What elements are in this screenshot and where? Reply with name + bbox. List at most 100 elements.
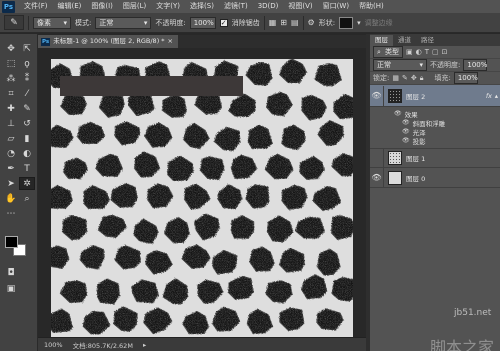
- eye-icon-hidden[interactable]: [370, 148, 384, 168]
- magic-wand-tool-icon[interactable]: ⁑: [19, 72, 35, 85]
- grid-icon[interactable]: ▦: [269, 18, 277, 27]
- effect-item[interactable]: 👁︎ 投影: [370, 136, 500, 146]
- gradient-bar-shape: [60, 76, 243, 96]
- filter-smart-icon[interactable]: ⊡: [442, 48, 448, 56]
- watermark-text: 脚本之家: [429, 338, 494, 351]
- chevron-right-icon[interactable]: ▸: [143, 341, 146, 349]
- zoom-level[interactable]: 100%: [44, 341, 63, 349]
- effect-item[interactable]: 👁︎ 光泽: [370, 127, 500, 137]
- lock-all-icon[interactable]: 🔒︎: [420, 74, 424, 83]
- gear-icon[interactable]: ⚙: [308, 18, 315, 27]
- document-tab[interactable]: Ps 未标题-1 @ 100% (图层 2, RGB/8) * ×: [38, 35, 178, 48]
- dodge-tool-icon[interactable]: ◐: [19, 147, 35, 160]
- quick-select-tool-icon[interactable]: ⁂: [3, 72, 19, 85]
- eyedropper-tool-icon[interactable]: ⁄: [19, 87, 35, 100]
- artboard-tool-icon[interactable]: ⇱: [19, 42, 35, 55]
- watermark-url: jb51.net: [454, 308, 492, 318]
- eye-icon[interactable]: 👁︎: [394, 110, 402, 117]
- eraser-tool-icon[interactable]: ▱: [3, 132, 19, 145]
- effect-name: 投影: [412, 137, 426, 146]
- tab-paths[interactable]: 路径: [416, 35, 439, 46]
- stone-texture-image: [51, 59, 353, 337]
- menu-view[interactable]: 视图(V): [283, 0, 317, 13]
- gradient-tool-icon[interactable]: ▮: [19, 132, 35, 145]
- align-icon[interactable]: ▤: [291, 18, 299, 27]
- chevron-down-icon[interactable]: ▾: [357, 19, 361, 27]
- pen-tool-icon[interactable]: ✒: [3, 162, 19, 175]
- custom-shape-tool-icon[interactable]: ✲: [19, 177, 35, 190]
- menu-image[interactable]: 图像(I): [86, 0, 118, 13]
- hand-tool-icon[interactable]: ✋: [3, 192, 19, 205]
- eye-icon[interactable]: 👁︎: [402, 119, 410, 126]
- zoom-tool-icon[interactable]: ⌕: [19, 192, 35, 205]
- layer-row-0[interactable]: 👁︎ 图层 0: [370, 167, 500, 188]
- filter-pixel-icon[interactable]: ▣: [406, 48, 413, 56]
- effect-item[interactable]: 👁︎ 斜面和浮雕: [370, 118, 500, 128]
- menu-layer[interactable]: 图层(L): [118, 0, 151, 13]
- layer-name[interactable]: 图层 2: [406, 91, 425, 101]
- eye-icon[interactable]: 👁︎: [370, 167, 384, 188]
- layer-opacity-field[interactable]: 100%: [463, 59, 487, 71]
- layer-thumbnail: [388, 88, 402, 103]
- refine-edge-button[interactable]: 调整边缘: [365, 18, 393, 28]
- menu-filter[interactable]: 滤镜(T): [219, 0, 253, 13]
- lock-paint-icon[interactable]: ✎: [402, 74, 408, 82]
- brush-tool-icon[interactable]: ✎: [19, 102, 35, 115]
- document-canvas[interactable]: [51, 59, 353, 337]
- sample-dropdown[interactable]: 像素 ▾: [33, 16, 71, 29]
- menu-type[interactable]: 文字(Y): [151, 0, 185, 13]
- tab-layers[interactable]: 图层: [370, 35, 393, 46]
- sample-value: 像素: [37, 18, 51, 27]
- blur-tool-icon[interactable]: ◔: [3, 147, 19, 160]
- ps-doc-icon: Ps: [41, 37, 51, 46]
- lasso-tool-icon[interactable]: ϙ: [19, 57, 35, 70]
- move-tool-icon[interactable]: ✥: [3, 42, 19, 55]
- foreground-color-swatch[interactable]: [5, 236, 18, 248]
- dots-icon[interactable]: ⋯: [3, 207, 19, 220]
- blend-mode-dropdown[interactable]: 正常 ▾: [373, 59, 427, 71]
- shape-preview[interactable]: [339, 16, 354, 29]
- tool-preset-picker[interactable]: ✎: [4, 15, 24, 30]
- link-icon[interactable]: ⊞: [280, 18, 287, 27]
- healing-brush-tool-icon[interactable]: ✚: [3, 102, 19, 115]
- photoshop-logo: Ps: [2, 0, 15, 13]
- panel-tabs: 图层 通道 路径: [370, 34, 500, 46]
- filter-adjust-icon[interactable]: ◐: [416, 48, 422, 56]
- layer-name[interactable]: 图层 0: [406, 173, 425, 183]
- filter-shape-icon[interactable]: ▢: [432, 48, 439, 56]
- layer-row-1[interactable]: 图层 1: [370, 148, 500, 168]
- layer-row-2[interactable]: 👁︎ 图层 2 fx ▴: [370, 85, 500, 107]
- lock-move-icon[interactable]: ✥: [411, 74, 417, 82]
- menu-3d[interactable]: 3D(D): [253, 0, 284, 13]
- chevron-up-icon[interactable]: ▴: [495, 92, 498, 100]
- menu-file[interactable]: 文件(F): [19, 0, 53, 13]
- mode-dropdown[interactable]: 正常 ▾: [95, 16, 152, 29]
- crop-tool-icon[interactable]: ⌗: [3, 87, 19, 100]
- clone-stamp-tool-icon[interactable]: ⊥: [3, 117, 19, 130]
- path-select-tool-icon[interactable]: ➤: [3, 177, 19, 190]
- marquee-tool-icon[interactable]: ⬚: [3, 57, 19, 70]
- quick-mask-icon[interactable]: ◘: [3, 266, 19, 279]
- antialias-checkbox[interactable]: ✓: [219, 18, 228, 27]
- type-tool-icon[interactable]: T: [19, 162, 35, 175]
- eye-icon[interactable]: 👁︎: [402, 128, 410, 135]
- lock-pixels-icon[interactable]: ▦: [392, 74, 399, 82]
- fx-badge[interactable]: fx: [486, 92, 492, 100]
- opacity-field[interactable]: 100%: [189, 16, 216, 29]
- close-icon[interactable]: ×: [168, 35, 173, 48]
- history-brush-tool-icon[interactable]: ↺: [19, 117, 35, 130]
- kind-filter-dropdown[interactable]: ⌕ 类型: [373, 46, 403, 58]
- tab-channels[interactable]: 通道: [393, 35, 416, 46]
- canvas-area[interactable]: [38, 48, 366, 337]
- eye-icon[interactable]: 👁︎: [402, 137, 410, 144]
- menu-select[interactable]: 选择(S): [185, 0, 219, 13]
- fill-field[interactable]: 100%: [453, 72, 478, 84]
- screen-mode-icon[interactable]: ▣: [3, 282, 19, 295]
- divider: [28, 15, 29, 30]
- menu-help[interactable]: 帮助(H): [354, 0, 389, 13]
- eye-icon[interactable]: 👁︎: [370, 85, 384, 106]
- menu-edit[interactable]: 编辑(E): [53, 0, 87, 13]
- menu-window[interactable]: 窗口(W): [318, 0, 354, 13]
- filter-type-icon[interactable]: T: [425, 48, 429, 56]
- layer-name[interactable]: 图层 1: [406, 153, 425, 163]
